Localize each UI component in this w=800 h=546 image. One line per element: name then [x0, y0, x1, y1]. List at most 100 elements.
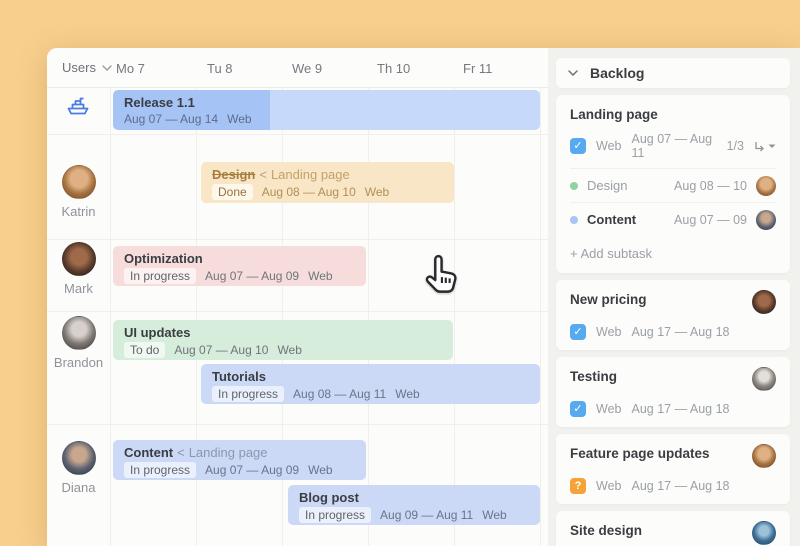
- backlog-card-site-design[interactable]: Site designшWebAug 17 — Aug 18: [556, 511, 790, 546]
- add-subtask-button[interactable]: + Add subtask: [570, 242, 776, 263]
- task-dates: Aug 09 — Aug 11: [380, 508, 473, 522]
- card-tag: Web: [596, 325, 621, 339]
- row-divider: [47, 134, 548, 135]
- grid-line-vertical: [540, 88, 541, 546]
- task-tag: Web: [365, 185, 389, 199]
- card-title: New pricing: [570, 292, 647, 307]
- task-title-line: UI updates: [124, 325, 442, 340]
- backlog-card-testing[interactable]: Testing ✓WebAug 17 — Aug 18: [556, 357, 790, 427]
- task-bar-tutorials[interactable]: Tutorials In progress Aug 08 — Aug 11 Web: [201, 364, 540, 404]
- task-title: Optimization: [124, 251, 203, 266]
- task-dates: Aug 07 — Aug 14: [124, 112, 218, 126]
- task-dates: Aug 07 — Aug 09: [205, 463, 299, 477]
- subtask-tree-icon[interactable]: [754, 141, 776, 152]
- card-head: Site design: [570, 523, 776, 545]
- task-title: UI updates: [124, 325, 190, 340]
- users-dropdown[interactable]: Users: [62, 60, 112, 75]
- subtask-dates: Aug 08 — 10: [674, 179, 747, 193]
- card-meta: ✓WebAug 17 — Aug 18: [570, 401, 776, 417]
- checkbox-checked[interactable]: ✓: [570, 138, 586, 154]
- task-tag: Web: [308, 463, 332, 477]
- caret-down-icon[interactable]: [768, 144, 776, 149]
- day-header-th: Th 10: [377, 61, 410, 76]
- avatar[interactable]: [62, 242, 96, 276]
- app-window: Users Mo 7Tu 8We 9Th 10Fr 11KatrinMarkBr…: [47, 48, 800, 546]
- task-title-line: Optimization: [124, 251, 355, 266]
- task-tag: Web: [395, 387, 419, 401]
- user-name: Mark: [47, 281, 110, 296]
- card-head: Testing: [570, 369, 776, 391]
- parent-task-link[interactable]: Landing page: [271, 167, 350, 182]
- checkbox-checked[interactable]: ✓: [570, 324, 586, 340]
- row-divider: [47, 239, 548, 240]
- backlog-title: Backlog: [590, 65, 644, 81]
- assignee-avatar[interactable]: [752, 444, 776, 468]
- grid-line-vertical: [110, 88, 111, 546]
- card-dates: Aug 17 — Aug 18: [631, 479, 729, 493]
- task-dates: Aug 07 — Aug 09: [205, 269, 299, 283]
- subtask-label: Content: [587, 212, 636, 227]
- assignee-avatar[interactable]: [752, 367, 776, 391]
- subtask-status-dot: [570, 182, 578, 190]
- user-name: Brandon: [47, 355, 110, 370]
- task-tag: Web: [308, 269, 332, 283]
- backlog-panel: Backlog Landing page✓WebAug 07 — Aug 111…: [548, 48, 800, 546]
- avatar[interactable]: [62, 316, 96, 350]
- backlog-header[interactable]: Backlog: [556, 58, 790, 88]
- task-meta-line: In progressAug 07 — Aug 09Web: [124, 268, 355, 284]
- task-bar-release-1-1[interactable]: Release 1.1Aug 07 — Aug 14Web: [113, 90, 540, 130]
- subtask-avatar[interactable]: [756, 176, 776, 196]
- users-dropdown-label: Users: [62, 60, 96, 75]
- user-name: Katrin: [47, 204, 110, 219]
- day-header-fr: Fr 11: [463, 61, 492, 76]
- status-badge: Done: [212, 184, 253, 200]
- task-title: Content: [124, 445, 173, 460]
- assignee-avatar[interactable]: [752, 521, 776, 545]
- collapse-chevron-icon[interactable]: [568, 70, 578, 76]
- task-bar-content[interactable]: Content<Landing pageIn progressAug 07 — …: [113, 440, 366, 480]
- avatar[interactable]: [62, 165, 96, 199]
- task-tag: Web: [227, 112, 251, 126]
- card-title: Testing: [570, 369, 617, 384]
- task-dates: Aug 08 — Aug 11: [293, 387, 386, 401]
- status-badge: In progress: [212, 386, 284, 402]
- card-head: Feature page updates: [570, 446, 776, 468]
- avatar[interactable]: [62, 441, 96, 475]
- task-bar-design[interactable]: Design<Landing pageDoneAug 08 — Aug 10We…: [201, 162, 454, 203]
- user-name: Diana: [47, 480, 110, 495]
- backlog-card-new-pricing[interactable]: New pricing✓WebAug 17 — Aug 18: [556, 280, 790, 350]
- assignee-avatar[interactable]: [752, 290, 776, 314]
- status-badge: In progress: [299, 507, 371, 523]
- day-header-we: We 9: [292, 61, 322, 76]
- task-tag: Web: [482, 508, 506, 522]
- subtask-row[interactable]: DesignAug 08 — 10: [570, 168, 776, 202]
- card-head: Landing page: [570, 107, 776, 122]
- backlog-card-feature-page-updates[interactable]: Feature page updates ?WebAug 17 — Aug 18: [556, 434, 790, 504]
- backlog-card-landing-page[interactable]: Landing page✓WebAug 07 — Aug 111/3Design…: [556, 95, 790, 273]
- subtask-counter: 1/3: [727, 139, 744, 153]
- checkbox-checked[interactable]: ✓: [570, 401, 586, 417]
- day-header-mo: Mo 7: [116, 61, 145, 76]
- subtask-avatar[interactable]: [756, 210, 776, 230]
- task-title: Tutorials: [212, 369, 266, 384]
- user-row-katrin: Katrin: [47, 165, 110, 219]
- card-title: Site design: [570, 523, 642, 538]
- parent-task-link[interactable]: Landing page: [189, 445, 268, 460]
- task-meta-line: DoneAug 08 — Aug 10Web: [212, 184, 443, 200]
- grid-line-vertical: [368, 88, 369, 546]
- task-meta-line: To doAug 07 — Aug 10Web: [124, 342, 442, 358]
- user-row-mark: Mark: [47, 242, 110, 296]
- task-bar-blog-post[interactable]: Blog post In progress Aug 09 — Aug 11 Web: [288, 485, 540, 525]
- task-bar-optimization[interactable]: OptimizationIn progressAug 07 — Aug 09We…: [113, 246, 366, 286]
- chevron-down-icon: [102, 65, 112, 71]
- subtask-row[interactable]: ContentAug 07 — 09: [570, 202, 776, 236]
- task-bar-ui-updates[interactable]: UI updates To doAug 07 — Aug 10Web: [113, 320, 453, 360]
- card-meta: ?WebAug 17 — Aug 18: [570, 478, 776, 494]
- user-row-diana: Diana: [47, 441, 110, 495]
- parent-separator: <: [259, 167, 267, 182]
- row-divider: [47, 424, 548, 425]
- task-dates: Aug 07 — Aug 10: [174, 343, 268, 357]
- task-meta-line: Aug 07 — Aug 14 Web: [124, 112, 529, 126]
- task-title-line: Tutorials: [212, 369, 529, 384]
- task-title-line: Blog post: [299, 490, 529, 505]
